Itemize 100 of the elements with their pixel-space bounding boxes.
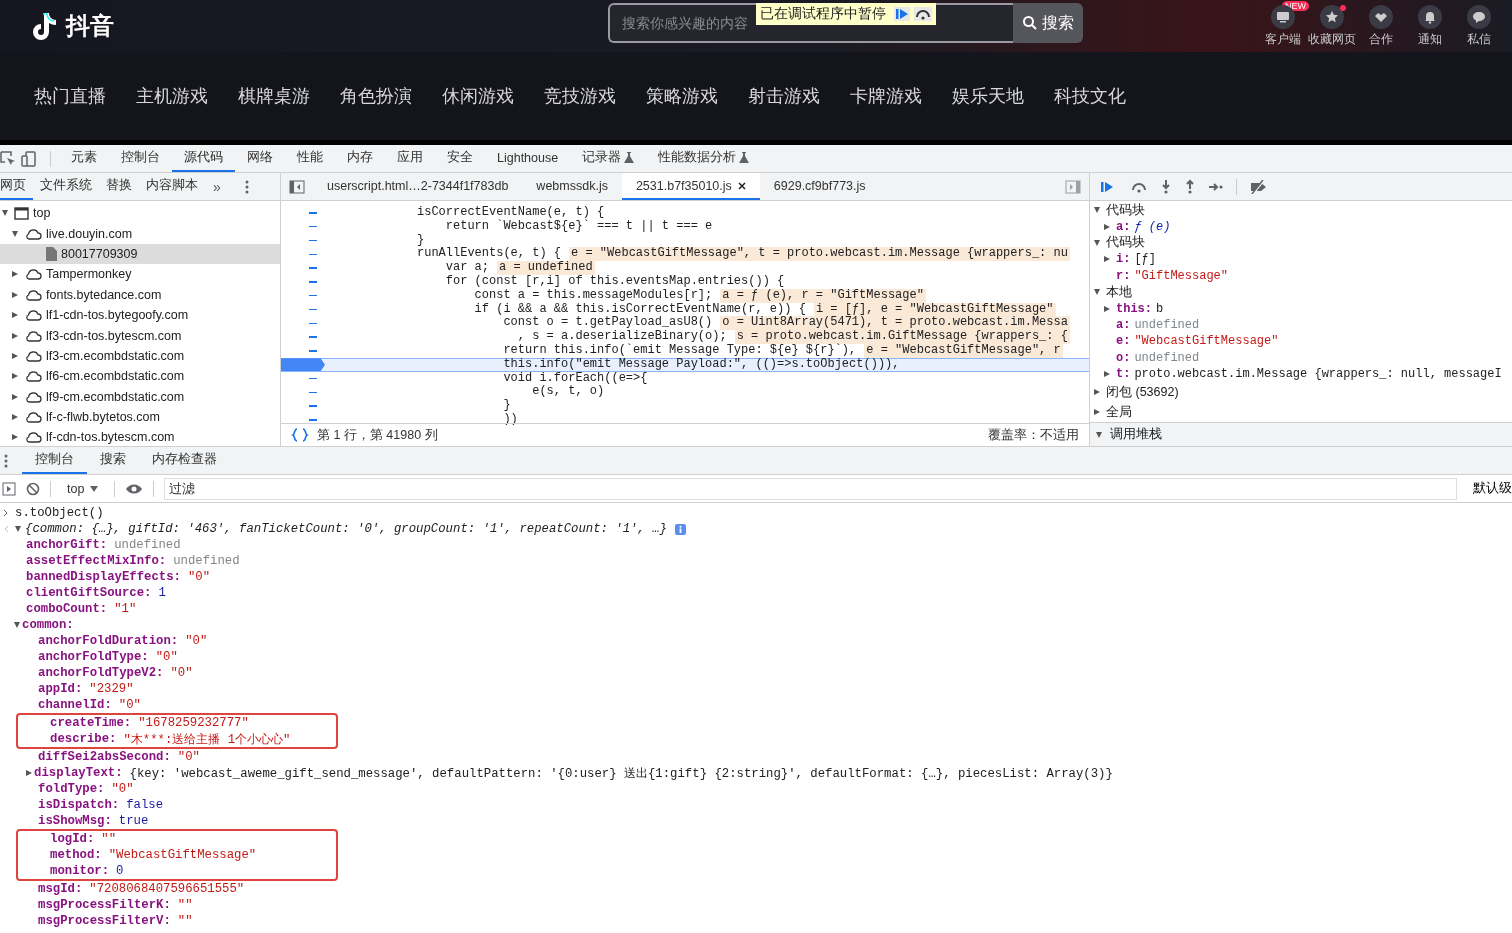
file-tab[interactable]: userscript.html…2-7344f1f783db xyxy=(313,173,523,200)
expand-arrow-icon[interactable] xyxy=(26,770,32,776)
file-tree-item[interactable]: lf-c-flwb.bytetos.com xyxy=(0,406,280,428)
category-link[interactable]: 策略游戏 xyxy=(646,84,718,108)
category-link[interactable]: 竞技游戏 xyxy=(544,84,616,108)
category-link[interactable]: 卡牌游戏 xyxy=(850,84,922,108)
expand-arrow-icon[interactable] xyxy=(12,332,18,339)
expand-arrow-icon[interactable] xyxy=(2,210,8,217)
object-preview[interactable]: {common: {…}, giftId: '463', fanTicketCount: '0', groupCount: '1', repeatCount: '1', …} xyxy=(25,522,667,536)
log-levels-dropdown[interactable]: 默认级 xyxy=(1467,480,1512,497)
category-link[interactable]: 娱乐天地 xyxy=(952,84,1024,108)
expand-arrow-icon[interactable] xyxy=(1094,207,1100,214)
more-options-icon[interactable] xyxy=(4,453,8,468)
file-tree-item[interactable]: lf3-cdn-tos.bytescm.com xyxy=(0,325,280,346)
resume-icon[interactable] xyxy=(894,7,910,21)
close-icon[interactable] xyxy=(737,181,746,190)
category-link[interactable]: 主机游戏 xyxy=(136,84,208,108)
file-tab[interactable]: webmssdk.js xyxy=(522,173,622,200)
expand-arrow-icon[interactable] xyxy=(12,312,18,319)
category-link[interactable]: 棋牌桌游 xyxy=(238,84,310,108)
expand-arrow-icon[interactable] xyxy=(12,434,18,441)
scope-title[interactable]: 代码块 xyxy=(1106,234,1145,252)
expand-arrow-icon[interactable] xyxy=(12,373,18,380)
toggle-navigator-icon[interactable] xyxy=(289,179,305,194)
action-label[interactable]: 通知 xyxy=(1418,30,1442,48)
eye-icon[interactable] xyxy=(125,482,144,495)
navigator-tab[interactable]: 文件系统 xyxy=(33,173,99,200)
step-over-icon[interactable] xyxy=(914,7,932,21)
scope-title[interactable]: 代码块 xyxy=(1106,201,1145,219)
devtools-tab[interactable]: 性能 xyxy=(285,145,335,172)
devtools-tab[interactable]: 内存 xyxy=(335,145,385,172)
file-tree-item[interactable]: Tampermonkey xyxy=(0,264,280,285)
expand-arrow-icon[interactable] xyxy=(12,414,18,421)
navigator-tab[interactable]: 内容脚本 xyxy=(139,173,205,200)
file-tree-item[interactable]: lf3-cm.ecombdstatic.com xyxy=(0,345,280,367)
step-icon[interactable] xyxy=(1208,180,1224,193)
expand-arrow-icon[interactable] xyxy=(1104,256,1110,263)
devtools-tab[interactable]: 网络 xyxy=(235,145,285,172)
file-tree-item[interactable]: lf-cdn-tos.bytescm.com xyxy=(0,427,280,448)
round-icon-button[interactable] xyxy=(1418,4,1442,29)
step-into-icon[interactable] xyxy=(1160,178,1172,195)
step-out-icon[interactable] xyxy=(1184,178,1196,195)
scope-title[interactable]: 全局 xyxy=(1106,403,1132,421)
context-dropdown[interactable]: top xyxy=(61,480,105,497)
round-icon-button[interactable] xyxy=(1467,4,1491,29)
file-tree-item[interactable]: live.douyin.com xyxy=(0,223,280,244)
expand-arrow-icon[interactable] xyxy=(15,526,21,532)
expand-arrow-icon[interactable] xyxy=(1094,389,1100,396)
search-button[interactable]: 搜索 xyxy=(1013,3,1083,43)
expand-arrow-icon[interactable] xyxy=(12,291,18,298)
drawer-tab[interactable]: 控制台 xyxy=(22,447,87,474)
expand-arrow-icon[interactable] xyxy=(12,230,18,237)
action-label[interactable]: 合作 xyxy=(1369,30,1393,48)
expand-arrow-icon[interactable] xyxy=(1096,431,1102,438)
drawer-tab[interactable]: 内存检查器 xyxy=(139,447,230,474)
devtools-tab[interactable]: 记录器 xyxy=(570,145,647,172)
devtools-tab[interactable]: 控制台 xyxy=(109,145,172,172)
category-link[interactable]: 休闲游戏 xyxy=(442,84,514,108)
filter-field[interactable]: 过滤 xyxy=(164,477,1457,500)
devtools-tab[interactable]: 应用 xyxy=(385,145,435,172)
expand-arrow-icon[interactable] xyxy=(1104,223,1110,230)
devtools-tab[interactable]: 安全 xyxy=(435,145,485,172)
devtools-tab[interactable]: 元素 xyxy=(59,145,109,172)
clear-console-icon[interactable] xyxy=(26,481,40,496)
file-tab[interactable]: 2531.b7f35010.js xyxy=(621,173,760,200)
navigator-tab[interactable]: 替换 xyxy=(99,173,139,200)
category-link[interactable]: 角色扮演 xyxy=(340,84,412,108)
file-tab[interactable]: 6929.cf9bf773.js xyxy=(759,173,880,200)
info-icon[interactable] xyxy=(675,523,686,535)
file-tree-item[interactable]: 80017709309 xyxy=(0,243,280,265)
category-link[interactable]: 射击游戏 xyxy=(748,84,820,108)
category-link[interactable]: 科技文化 xyxy=(1054,84,1126,108)
file-tree-item[interactable]: lf6-cm.ecombdstatic.com xyxy=(0,366,280,387)
expand-arrow-icon[interactable] xyxy=(12,393,18,400)
expand-arrow-icon[interactable] xyxy=(12,352,18,359)
call-stack-header[interactable]: 调用堆栈 xyxy=(1090,422,1512,446)
action-label[interactable]: 收藏网页 xyxy=(1308,30,1356,48)
inspect-element-icon[interactable] xyxy=(0,150,16,167)
action-label[interactable]: 客户端 xyxy=(1265,30,1301,48)
more-tabs-button[interactable]: » xyxy=(205,178,229,195)
devtools-tab[interactable]: 性能数据分析 xyxy=(646,145,762,172)
pretty-print-icon[interactable] xyxy=(291,428,309,442)
drawer-tab[interactable]: 搜索 xyxy=(87,447,139,474)
navigator-tab[interactable]: 网页 xyxy=(0,173,33,200)
file-tree-item[interactable]: lf9-cm.ecombdstatic.com xyxy=(0,386,280,407)
file-tree-item[interactable]: lf1-cdn-tos.bytegoofy.com xyxy=(0,304,280,326)
sidebar-toggle-icon[interactable] xyxy=(2,481,16,496)
file-tree-item[interactable]: fonts.bytedance.com xyxy=(0,284,280,305)
expand-arrow-icon[interactable] xyxy=(1094,409,1100,416)
category-link[interactable]: 热门直播 xyxy=(34,84,106,108)
file-tree-item[interactable]: top xyxy=(0,203,280,224)
expand-arrow-icon[interactable] xyxy=(1104,305,1110,312)
round-icon-button[interactable] xyxy=(1320,4,1344,29)
device-toolbar-icon[interactable] xyxy=(21,150,37,167)
expand-arrow-icon[interactable] xyxy=(14,622,20,628)
devtools-tab[interactable]: Lighthouse xyxy=(485,145,571,172)
toggle-debugger-icon[interactable] xyxy=(1065,179,1081,194)
logo-text[interactable]: 抖音 xyxy=(66,10,114,42)
expand-arrow-icon[interactable] xyxy=(12,271,18,278)
scope-title[interactable]: 本地 xyxy=(1106,283,1132,301)
